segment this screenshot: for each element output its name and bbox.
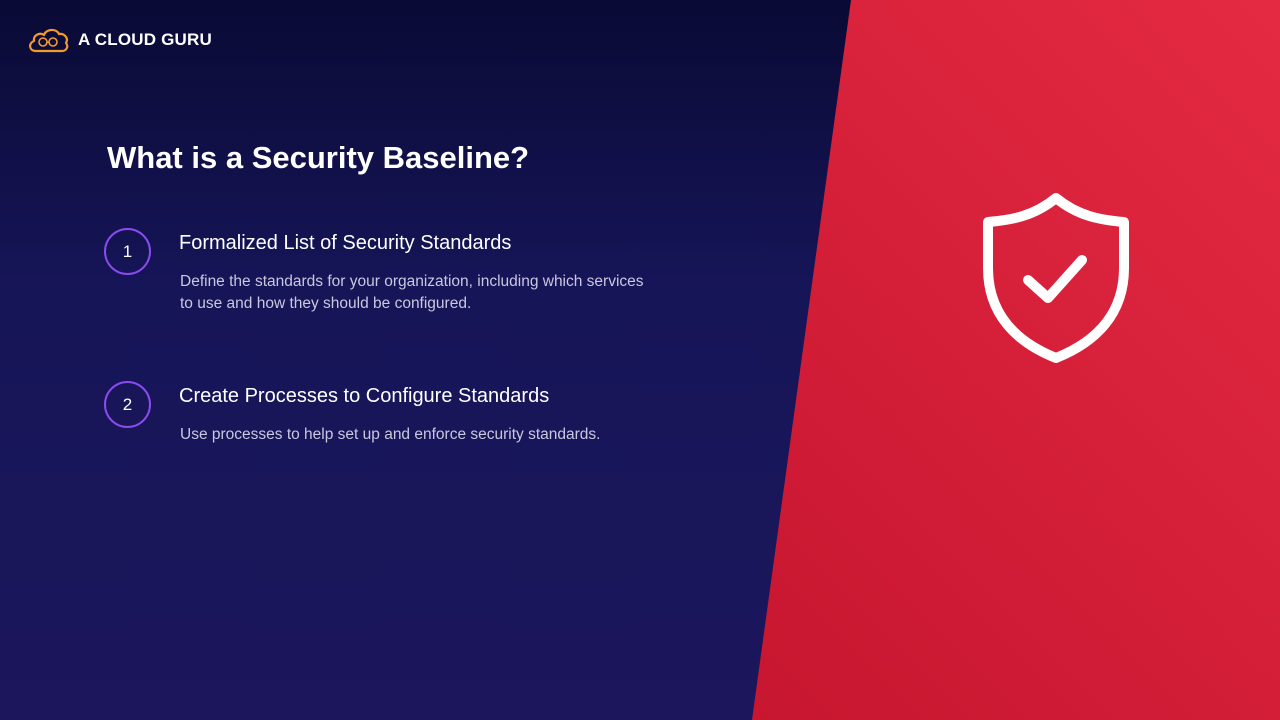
- item-description: Define the standards for your organizati…: [180, 273, 644, 312]
- number-badge: 1: [104, 228, 151, 275]
- number-badge: 2: [104, 381, 151, 428]
- item-heading: Create Processes to Configure Standards: [179, 385, 550, 407]
- item-heading: Formalized List of Security Standards: [179, 232, 512, 254]
- logo: A CLOUD GURU: [26, 26, 212, 54]
- shield-check-icon: [983, 193, 1129, 363]
- page-title: What is a Security Baseline?: [107, 140, 530, 175]
- cloud-guru-icon: [29, 28, 69, 53]
- item-description: Use processes to help set up and enforce…: [180, 426, 601, 443]
- logo-text: A CLOUD GURU: [78, 30, 212, 49]
